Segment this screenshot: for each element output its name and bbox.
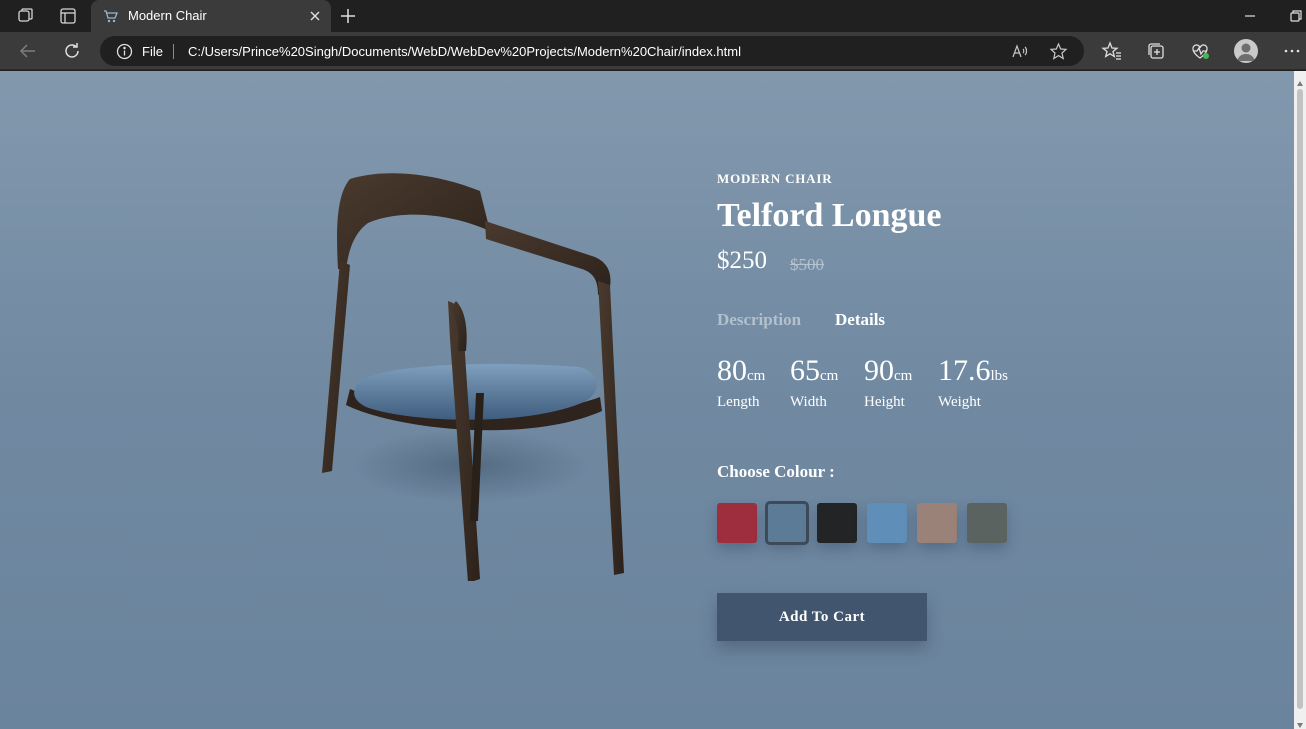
scroll-down-icon[interactable] — [1296, 716, 1304, 728]
spec-value: 90 — [864, 354, 894, 387]
spec-value: 80 — [717, 354, 747, 387]
read-aloud-icon[interactable] — [1010, 42, 1029, 61]
favorites-icon[interactable] — [1101, 40, 1123, 62]
workspaces-icon[interactable] — [16, 6, 36, 26]
spec-unit: cm — [820, 368, 839, 384]
spec-width: 65cm Width — [790, 354, 839, 410]
url-separator — [173, 44, 174, 59]
favorite-star-icon[interactable] — [1049, 42, 1068, 61]
cart-icon — [103, 8, 119, 24]
spec-label: Width — [790, 394, 827, 410]
scrollbar-thumb[interactable] — [1297, 89, 1303, 709]
scroll-up-icon[interactable] — [1296, 75, 1304, 86]
choose-colour-label: Choose Colour : — [717, 462, 835, 481]
product-category: MODERN CHAIR — [717, 171, 833, 186]
profile-avatar[interactable] — [1234, 39, 1258, 63]
add-to-cart-button[interactable]: Add To Cart — [717, 593, 927, 641]
url-scheme-label: File — [142, 44, 163, 59]
colour-swatch-red[interactable] — [717, 503, 757, 543]
spec-label: Height — [864, 394, 905, 410]
refresh-icon[interactable] — [61, 40, 83, 62]
colour-swatch-light-blue[interactable] — [867, 503, 907, 543]
spec-label: Length — [717, 394, 760, 410]
current-price: $250 — [717, 247, 767, 274]
chair-image — [322, 173, 624, 581]
browser-title-bar: Modern Chair — [0, 0, 1306, 32]
product-title: Telford Longue — [717, 197, 942, 234]
more-menu-icon[interactable] — [1281, 40, 1303, 62]
vertical-tabs-icon[interactable] — [58, 6, 78, 26]
site-info-icon[interactable] — [116, 43, 133, 60]
address-bar[interactable]: File C:/Users/Prince%20Singh/Documents/W… — [100, 36, 1084, 66]
spec-weight: 17.6lbs Weight — [938, 354, 1009, 410]
spec-value: 17.6 — [938, 354, 991, 387]
product-page: MODERN CHAIR Telford Longue $250 $500 De… — [0, 71, 1294, 729]
vertical-scrollbar[interactable] — [1294, 71, 1306, 729]
spec-label: Weight — [938, 394, 981, 410]
browser-toolbar: File C:/Users/Prince%20Singh/Documents/W… — [0, 32, 1306, 70]
minimize-icon[interactable] — [1240, 6, 1260, 26]
spec-value: 65 — [790, 354, 820, 387]
back-arrow-icon[interactable] — [17, 40, 39, 62]
spec-unit: cm — [894, 368, 913, 384]
colour-swatch-tan[interactable] — [917, 503, 957, 543]
tab-details[interactable]: Details — [835, 310, 885, 330]
browser-essentials-icon[interactable] — [1189, 40, 1211, 62]
restore-window-icon[interactable] — [1286, 6, 1306, 26]
spec-unit: cm — [747, 368, 766, 384]
new-tab-icon[interactable] — [338, 6, 358, 26]
colour-swatch-black[interactable] — [817, 503, 857, 543]
tab-title: Modern Chair — [128, 8, 207, 23]
colour-swatch-grey[interactable] — [967, 503, 1007, 543]
close-tab-icon[interactable] — [307, 8, 323, 24]
collections-icon[interactable] — [1145, 40, 1167, 62]
tab-description[interactable]: Description — [717, 310, 801, 330]
original-price: $500 — [790, 255, 824, 274]
url-text[interactable]: C:/Users/Prince%20Singh/Documents/WebD/W… — [188, 44, 741, 59]
browser-tab-active[interactable]: Modern Chair — [91, 0, 331, 32]
spec-unit: lbs — [990, 368, 1009, 384]
colour-swatch-blue-velvet[interactable] — [765, 501, 809, 545]
spec-height: 90cm Height — [864, 354, 913, 410]
spec-length: 80cm Length — [717, 354, 766, 410]
